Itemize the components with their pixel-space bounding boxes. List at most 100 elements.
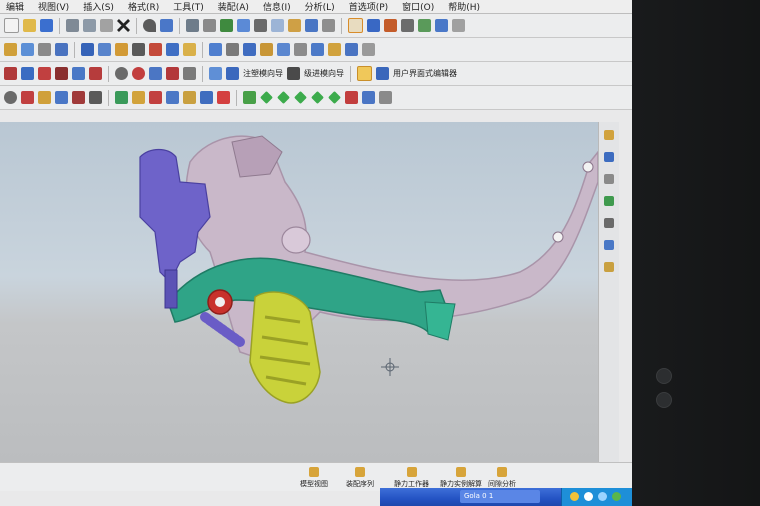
boss-icon[interactable] xyxy=(132,43,145,56)
sequence-icon[interactable] xyxy=(345,91,358,104)
open-icon[interactable] xyxy=(23,19,36,32)
tray-security-icon[interactable] xyxy=(612,492,621,501)
palette-icon[interactable] xyxy=(604,218,614,228)
rectangle-icon[interactable] xyxy=(149,67,162,80)
move-component-icon[interactable] xyxy=(72,91,85,104)
cylinder-icon[interactable] xyxy=(98,43,111,56)
pattern-icon[interactable] xyxy=(345,43,358,56)
task-button[interactable]: Gola 0 1 xyxy=(460,490,540,503)
project-curve-icon[interactable] xyxy=(89,67,102,80)
menu-preferences[interactable]: 首选项(P) xyxy=(349,0,388,13)
user-interface-editor-icon[interactable] xyxy=(357,66,372,81)
line-icon[interactable] xyxy=(4,67,17,80)
fit-icon[interactable] xyxy=(186,19,199,32)
menu-analysis[interactable]: 分析(L) xyxy=(305,0,335,13)
arc-icon[interactable] xyxy=(21,67,34,80)
circle-icon[interactable] xyxy=(132,67,145,80)
new-file-icon[interactable] xyxy=(4,18,19,33)
status-static-work[interactable]: 静力工作器 xyxy=(394,467,429,489)
zoom-window-icon[interactable] xyxy=(203,19,216,32)
save-icon[interactable] xyxy=(40,19,53,32)
snap-point-icon[interactable] xyxy=(367,19,380,32)
paste-icon[interactable] xyxy=(100,19,113,32)
perpendicular-icon[interactable] xyxy=(183,91,196,104)
rotate-icon[interactable] xyxy=(220,19,233,32)
menu-help[interactable]: 帮助(H) xyxy=(448,0,480,13)
slot-icon[interactable] xyxy=(183,43,196,56)
snap-end-icon[interactable] xyxy=(384,19,397,32)
polygon-icon[interactable] xyxy=(166,67,179,80)
diamond-b-icon[interactable] xyxy=(277,91,290,104)
render-style-icon[interactable] xyxy=(305,19,318,32)
progressive-die-label[interactable]: 级进模向导 xyxy=(304,68,344,79)
trim-body-icon[interactable] xyxy=(362,43,375,56)
ellipse-icon[interactable] xyxy=(183,67,196,80)
mold-wizard-label[interactable]: 注塑模向导 xyxy=(243,68,283,79)
chamfer-icon[interactable] xyxy=(277,43,290,56)
status-model-view[interactable]: 模型视图 xyxy=(300,467,328,489)
styler-icon[interactable] xyxy=(376,67,389,80)
web-browser-icon[interactable] xyxy=(604,262,614,272)
tray-volume-icon[interactable] xyxy=(598,492,607,501)
snap-icon[interactable] xyxy=(348,18,363,33)
tray-app-icon[interactable] xyxy=(570,492,579,501)
align-icon[interactable] xyxy=(132,91,145,104)
draft-icon[interactable] xyxy=(311,43,324,56)
hole-icon[interactable] xyxy=(115,43,128,56)
surface-icon[interactable] xyxy=(209,67,222,80)
reposition-icon[interactable] xyxy=(89,91,102,104)
part-navigator-icon[interactable] xyxy=(604,152,614,162)
menu-edit[interactable]: 编辑 xyxy=(6,0,24,13)
snap-quad-icon[interactable] xyxy=(435,19,448,32)
tray-network-icon[interactable] xyxy=(584,492,593,501)
pan-icon[interactable] xyxy=(254,19,267,32)
point-icon[interactable] xyxy=(115,67,128,80)
delete-icon[interactable] xyxy=(117,19,130,32)
mate-icon[interactable] xyxy=(115,91,128,104)
add-component-icon[interactable] xyxy=(55,91,68,104)
menu-info[interactable]: 信息(I) xyxy=(263,0,291,13)
graphics-window[interactable] xyxy=(0,122,598,490)
sketch-icon[interactable] xyxy=(4,43,17,56)
undo-icon[interactable] xyxy=(143,19,156,32)
diamond-a-icon[interactable] xyxy=(260,91,273,104)
menu-insert[interactable]: 插入(S) xyxy=(83,0,114,13)
menu-window[interactable]: 窗口(O) xyxy=(402,0,434,13)
diamond-c-icon[interactable] xyxy=(294,91,307,104)
mesh-icon[interactable] xyxy=(226,67,239,80)
menu-view[interactable]: 视图(V) xyxy=(38,0,69,13)
copy-icon[interactable] xyxy=(83,19,96,32)
spline-icon[interactable] xyxy=(38,67,51,80)
assembly-navigator-icon[interactable] xyxy=(604,130,614,140)
explode-icon[interactable] xyxy=(243,91,256,104)
snap-mid-icon[interactable] xyxy=(401,19,414,32)
offset-curve-icon[interactable] xyxy=(72,67,85,80)
menu-assembly[interactable]: 装配(A) xyxy=(218,0,249,13)
orbit-icon[interactable] xyxy=(4,91,17,104)
menu-tools[interactable]: 工具(T) xyxy=(173,0,204,13)
progressive-die-icon[interactable] xyxy=(287,67,300,80)
render-icon[interactable] xyxy=(288,19,301,32)
center-icon[interactable] xyxy=(200,91,213,104)
fillet-curve-icon[interactable] xyxy=(55,67,68,80)
reuse-library-icon[interactable] xyxy=(604,240,614,250)
constraint-icon[interactable] xyxy=(21,91,34,104)
intersect-icon[interactable] xyxy=(243,43,256,56)
diamond-e-icon[interactable] xyxy=(328,91,341,104)
roles-icon[interactable] xyxy=(604,196,614,206)
menu-format[interactable]: 格式(R) xyxy=(128,0,159,13)
angle-icon[interactable] xyxy=(149,91,162,104)
component-icon[interactable] xyxy=(38,91,51,104)
reference-set-icon[interactable] xyxy=(379,91,392,104)
zoom-icon[interactable] xyxy=(237,19,250,32)
distance-icon[interactable] xyxy=(217,91,230,104)
parallel-icon[interactable] xyxy=(166,91,179,104)
revolve-icon[interactable] xyxy=(38,43,51,56)
snap-center-icon[interactable] xyxy=(418,19,431,32)
mirror-icon[interactable] xyxy=(328,43,341,56)
history-icon[interactable] xyxy=(604,174,614,184)
shell-icon[interactable] xyxy=(294,43,307,56)
layer-icon[interactable] xyxy=(322,19,335,32)
status-assembly-sequence[interactable]: 装配序列 xyxy=(346,467,374,489)
edge-blend-icon[interactable] xyxy=(260,43,273,56)
